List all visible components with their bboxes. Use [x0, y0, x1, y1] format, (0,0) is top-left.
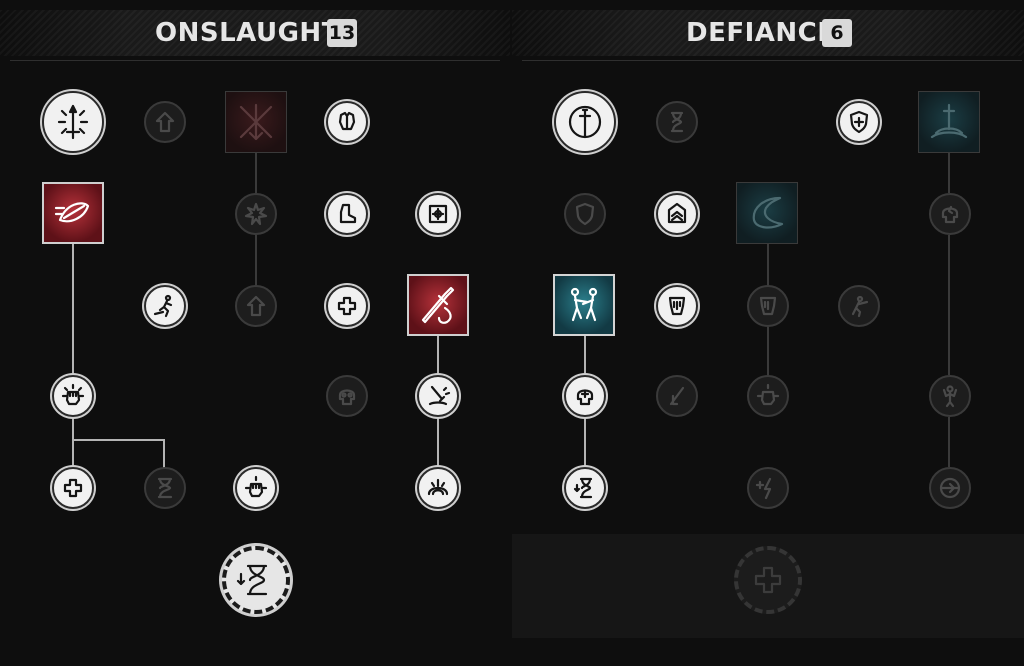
medical-cross-icon [333, 292, 361, 320]
sword-plunge-ability-locked[interactable] [918, 91, 980, 153]
hourglass-icon [571, 474, 599, 502]
locked-upgrade-skill[interactable] [144, 101, 186, 143]
locked-energy-skill[interactable] [747, 467, 789, 509]
blade-impact-icon [424, 382, 452, 410]
boot-skill[interactable] [326, 193, 368, 235]
shield-heal-skill[interactable] [838, 101, 880, 143]
shield-icon [571, 200, 599, 228]
cracked-skull-icon [936, 200, 964, 228]
locked-skull-skill[interactable] [326, 375, 368, 417]
target-skill[interactable] [417, 193, 459, 235]
parry-ability-locked[interactable] [736, 182, 798, 244]
blade-ground-skill[interactable] [417, 375, 459, 417]
locked-upgrade-skill-2[interactable] [235, 285, 277, 327]
greatsword-icon [415, 282, 461, 328]
lightning-plus-icon [754, 474, 782, 502]
locked-cooldown-skill[interactable] [144, 467, 186, 509]
slash-strike-icon [50, 190, 96, 236]
crossed-blades-icon [233, 99, 279, 145]
fist-icon [59, 382, 87, 410]
crosshair-icon [424, 200, 452, 228]
shockwave-icon [424, 474, 452, 502]
locked-fist-skill[interactable] [747, 375, 789, 417]
locked-shield-skill[interactable] [564, 193, 606, 235]
fist-burst-skill-2[interactable] [235, 467, 277, 509]
chevron-up-icon [663, 200, 691, 228]
defiance-ultimate-skill[interactable] [734, 546, 802, 614]
armor-skill[interactable] [326, 101, 368, 143]
chest-armor-icon [333, 108, 361, 136]
crescent-guard-icon [744, 190, 790, 236]
slash-strike-ability[interactable] [42, 182, 104, 244]
blood-drip-icon [754, 292, 782, 320]
heal-burst-skill[interactable] [326, 285, 368, 327]
arrow-up-icon [151, 108, 179, 136]
hourglass-icon [663, 108, 691, 136]
heal-boost-skill[interactable] [52, 467, 94, 509]
fist-icon [242, 474, 270, 502]
plus-cross-icon [59, 474, 87, 502]
sword-burst-icon [53, 102, 93, 142]
medical-cross-icon [748, 560, 788, 600]
shockwave-skill[interactable] [417, 467, 459, 509]
cycle-ring-icon [936, 474, 964, 502]
locked-skull-skill-2[interactable] [929, 193, 971, 235]
locked-rage-skill[interactable] [929, 375, 971, 417]
arrow-up-icon [242, 292, 270, 320]
grapple-fighters-icon [561, 282, 607, 328]
flexing-figure-icon [936, 382, 964, 410]
locked-cooldown-skill-2[interactable] [656, 101, 698, 143]
sword-burst-skill[interactable] [42, 91, 104, 153]
hourglass-cooldown-icon [236, 560, 276, 600]
skull-icon [333, 382, 361, 410]
bleed-skill[interactable] [656, 285, 698, 327]
crossed-blades-ability-locked[interactable] [225, 91, 287, 153]
blade-slash-icon [663, 382, 691, 410]
boot-icon [333, 200, 361, 228]
locked-bleed-skill[interactable] [747, 285, 789, 327]
blood-drip-icon [663, 292, 691, 320]
charging-figure-icon [845, 292, 873, 320]
hourglass-icon [151, 474, 179, 502]
sword-plunge-icon [926, 99, 972, 145]
impact-icon [242, 200, 270, 228]
onslaught-ultimate-skill[interactable] [222, 546, 290, 614]
shield-cross-icon [845, 108, 873, 136]
stalwart-sword-skill[interactable] [554, 91, 616, 153]
skill-connectors [72, 152, 950, 488]
grapple-ability[interactable] [553, 274, 615, 336]
dash-skill[interactable] [144, 285, 186, 327]
greatsword-ability[interactable] [407, 274, 469, 336]
fortify-skill[interactable] [656, 193, 698, 235]
locked-charge-skill[interactable] [838, 285, 880, 327]
skull-plus-icon [571, 382, 599, 410]
locked-impact-skill[interactable] [235, 193, 277, 235]
locked-blade-skill[interactable] [656, 375, 698, 417]
locked-cycle-skill[interactable] [929, 467, 971, 509]
fist-burst-skill[interactable] [52, 375, 94, 417]
cooldown-skill[interactable] [564, 467, 606, 509]
fist-burst-icon [754, 382, 782, 410]
sword-ring-icon [565, 102, 605, 142]
running-figure-icon [151, 292, 179, 320]
execute-skill[interactable] [564, 375, 606, 417]
